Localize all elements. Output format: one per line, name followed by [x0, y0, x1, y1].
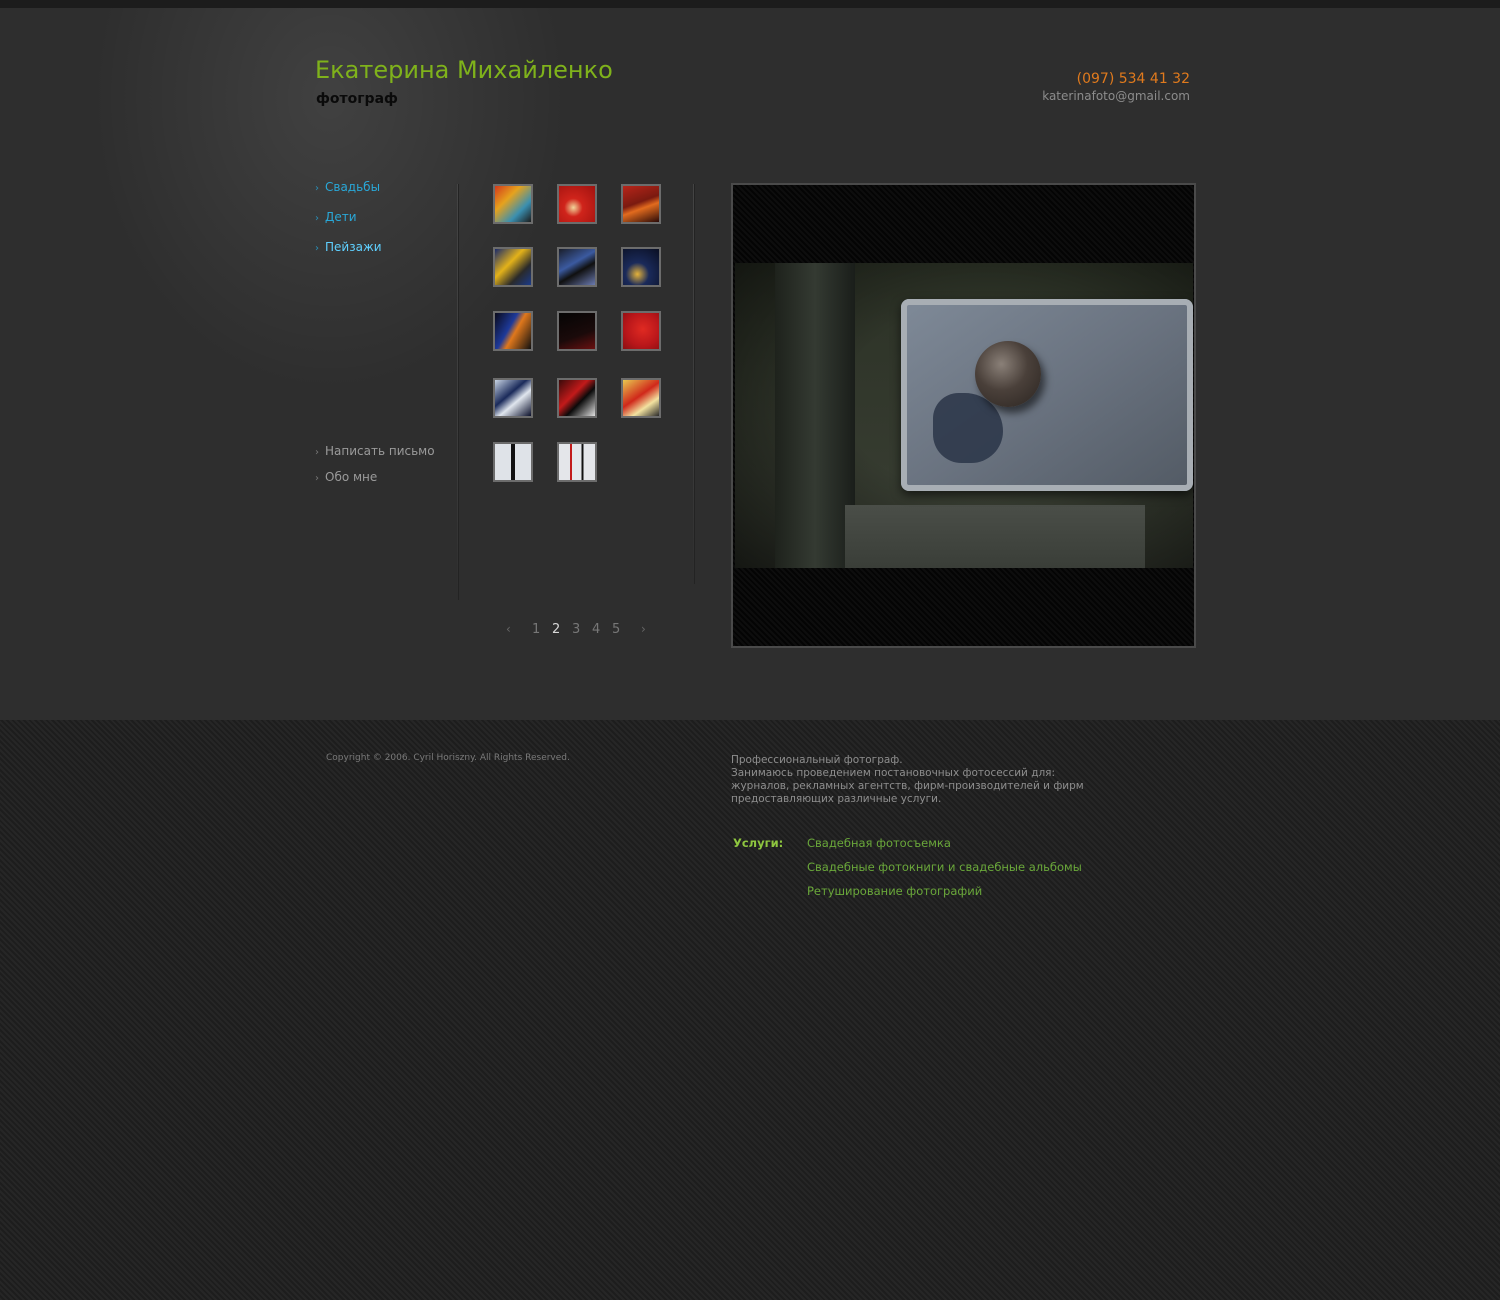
prev-page-arrow-icon[interactable]: ‹ — [506, 622, 511, 636]
service-link-photobooks[interactable]: Свадебные фотокниги и свадебные альбомы — [807, 860, 1082, 874]
photo-detail — [845, 505, 1145, 568]
gallery-thumbnail[interactable] — [493, 442, 533, 482]
next-page-arrow-icon[interactable]: › — [641, 622, 646, 636]
gallery-thumbnail[interactable] — [493, 247, 533, 287]
photo-detail — [775, 263, 855, 568]
gallery-thumbnail[interactable] — [557, 378, 597, 418]
divider — [693, 184, 694, 584]
chevron-right-icon: › — [315, 183, 319, 194]
phone-number: (097) 534 41 32 — [1076, 71, 1190, 87]
nav-item-label: Написать письмо — [325, 444, 435, 458]
service-link-retouching[interactable]: Ретуширование фотографий — [807, 884, 982, 898]
email-link[interactable]: katerinafoto@gmail.com — [1042, 89, 1190, 103]
main-photo-frame — [731, 183, 1196, 648]
chevron-right-icon: › — [315, 447, 319, 458]
gallery-thumbnail[interactable] — [557, 184, 597, 224]
about-text: Профессиональный фотограф. Занимаюсь про… — [731, 754, 1111, 806]
about-line: Профессиональный фотограф. — [731, 754, 903, 766]
nav-item-label: Свадьбы — [325, 180, 381, 194]
page-link-2-current[interactable]: 2 — [552, 622, 560, 637]
gallery-thumbnail[interactable] — [557, 247, 597, 287]
gallery-thumbnail[interactable] — [621, 311, 661, 351]
top-bar — [0, 0, 1500, 8]
footer — [0, 720, 1500, 1300]
nav-item-write-letter[interactable]: › Написать письмо — [315, 444, 435, 458]
nav-item-label: Обо мне — [325, 470, 378, 484]
gallery-thumbnail[interactable] — [493, 311, 533, 351]
gallery-thumbnail[interactable] — [493, 184, 533, 224]
photo-detail — [901, 299, 1193, 491]
nav-item-about-me[interactable]: › Обо мне — [315, 470, 377, 484]
chevron-right-icon: › — [315, 243, 319, 254]
site-subtitle: фотограф — [316, 91, 398, 107]
gallery-thumbnail[interactable] — [621, 184, 661, 224]
nav-item-label: Дети — [325, 210, 357, 224]
main-photo[interactable] — [735, 263, 1193, 568]
nav-item-label: Пейзажи — [325, 240, 382, 254]
services-label: Услуги: — [733, 836, 784, 850]
photo-detail — [975, 341, 1041, 407]
gallery-thumbnail[interactable] — [621, 247, 661, 287]
site-title[interactable]: Екатерина Михайленко — [315, 56, 613, 84]
gallery-thumbnail[interactable] — [493, 378, 533, 418]
chevron-right-icon: › — [315, 473, 319, 484]
page-link-3[interactable]: 3 — [572, 622, 580, 637]
chevron-right-icon: › — [315, 213, 319, 224]
service-link-wedding-photo[interactable]: Свадебная фотосъемка — [807, 836, 951, 850]
gallery-thumbnail[interactable] — [621, 378, 661, 418]
page-link-1[interactable]: 1 — [532, 622, 540, 637]
nav-item-children[interactable]: › Дети — [315, 210, 357, 224]
gallery-thumbnail[interactable] — [557, 442, 597, 482]
nav-item-landscapes[interactable]: › Пейзажи — [315, 240, 382, 254]
about-line: Занимаюсь проведением постановочных фото… — [731, 767, 1084, 805]
nav-item-weddings[interactable]: › Свадьбы — [315, 180, 380, 194]
page-link-4[interactable]: 4 — [592, 622, 600, 637]
page-link-5[interactable]: 5 — [612, 622, 620, 637]
gallery-thumbnail[interactable] — [557, 311, 597, 351]
copyright-text: Copyright © 2006. Cyril Horiszny. All Ri… — [326, 753, 570, 763]
divider — [457, 184, 458, 600]
